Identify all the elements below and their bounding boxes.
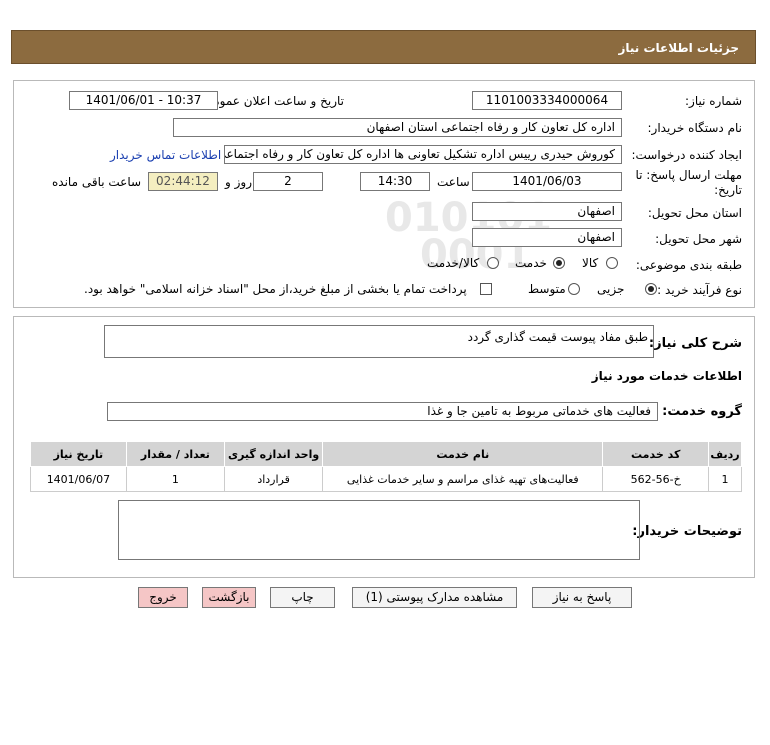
buyer-notes-label: توضیحات خریدار:	[632, 524, 742, 539]
col-header-quantity: تعداد / مقدار	[125, 441, 225, 467]
treasury-payment-note: پرداخت تمام یا بخشی از مبلغ خرید،از محل …	[84, 282, 467, 296]
category-option-goods: کالا	[582, 256, 599, 270]
province-field: اصفهان	[472, 202, 622, 221]
cell-quantity: 1	[125, 466, 225, 492]
need-number-label: شماره نیاز:	[685, 94, 742, 108]
col-header-unit: واحد اندازه گیری	[223, 441, 324, 467]
cell-unit: قرارداد	[223, 466, 324, 492]
category-label: طبقه بندی موضوعی:	[635, 258, 742, 272]
category-option-service: خدمت	[515, 256, 547, 270]
table-row: 1 خ-56-562 فعالیت‌های تهیه غذای مراسم و …	[30, 466, 742, 492]
creator-label: ایجاد کننده درخواست:	[631, 148, 742, 162]
page-header: جزئیات اطلاعات نیاز	[11, 30, 756, 64]
service-group-label: گروه خدمت:	[662, 404, 742, 419]
view-attachments-button[interactable]: مشاهده مدارک پیوستی (1)	[352, 587, 517, 608]
services-heading: اطلاعات خدمات مورد نیاز	[591, 369, 742, 383]
days-label: روز و	[225, 175, 252, 189]
creator-field: کوروش حیدری رییس اداره تشکیل تعاونی ها ا…	[224, 145, 622, 164]
summary-label: شرح کلی نیاز:	[648, 336, 742, 351]
process-option-medium: متوسط	[528, 282, 566, 296]
city-field: اصفهان	[472, 228, 622, 247]
remaining-time-label: ساعت باقی مانده	[52, 175, 142, 189]
col-header-service-name: نام خدمت	[322, 441, 604, 467]
col-header-row-number: ردیف	[708, 441, 742, 467]
deadline-time-field: 14:30	[360, 172, 430, 191]
table-header-row: ردیف کد خدمت نام خدمت واحد اندازه گیری ت…	[30, 441, 742, 467]
process-label: نوع فرآیند خرید :	[657, 283, 742, 297]
days-field: 2	[253, 172, 323, 191]
services-table: ردیف کد خدمت نام خدمت واحد اندازه گیری ت…	[30, 441, 742, 492]
announce-date-field: 1401/06/01 - 10:37	[69, 91, 218, 110]
process-radio-medium[interactable]	[568, 283, 580, 295]
summary-box: طبق مفاد پیوست قیمت گذاری گردد	[104, 325, 654, 358]
deadline-date-field: 1401/06/03	[472, 172, 622, 191]
cell-row-number: 1	[708, 466, 742, 492]
print-button[interactable]: چاپ	[270, 587, 335, 608]
city-label: شهر محل تحویل:	[655, 232, 742, 246]
announce-label: تاریخ و ساعت اعلان عمومی:	[199, 94, 344, 108]
summary-text: طبق مفاد پیوست قیمت گذاری گردد	[467, 330, 648, 344]
category-radio-goods[interactable]	[606, 257, 618, 269]
buyer-org-field: اداره کل تعاون کار و رفاه اجتماعی استان …	[173, 118, 622, 137]
back-button[interactable]: بازگشت	[202, 587, 256, 608]
need-number-field: 1101003334000064	[472, 91, 622, 110]
cell-need-date: 1401/06/07	[30, 466, 127, 492]
treasury-payment-checkbox[interactable]	[480, 283, 492, 295]
process-radio-minor[interactable]	[645, 283, 657, 295]
buyer-org-label: نام دستگاه خریدار:	[647, 121, 743, 135]
category-option-goods-service: کالا/خدمت	[427, 256, 480, 270]
cell-service-code: خ-56-562	[602, 466, 710, 492]
province-label: استان محل تحویل:	[647, 206, 742, 220]
deadline-label: مهلت ارسال پاسخ: تا تاریخ:	[635, 168, 742, 197]
process-option-minor: جزیی	[597, 282, 625, 296]
cell-service-name: فعالیت‌های تهیه غذای مراسم و سایر خدمات …	[322, 466, 604, 492]
deadline-time-label: ساعت	[437, 175, 470, 189]
exit-button[interactable]: خروج	[138, 587, 188, 608]
contact-info-link[interactable]: اطلاعات تماس خریدار	[110, 148, 221, 162]
page-title: جزئیات اطلاعات نیاز	[618, 41, 739, 55]
col-header-service-code: کد خدمت	[602, 441, 710, 467]
col-header-need-date: تاریخ نیاز	[30, 441, 127, 467]
reply-button[interactable]: پاسخ به نیاز	[532, 587, 632, 608]
category-radio-service[interactable]	[553, 257, 565, 269]
buyer-notes-box	[118, 500, 640, 560]
remaining-time-field: 02:44:12	[148, 172, 218, 191]
category-radio-goods-service[interactable]	[487, 257, 499, 269]
service-group-field: فعالیت های خدماتی مربوط به تامین جا و غذ…	[107, 402, 658, 421]
